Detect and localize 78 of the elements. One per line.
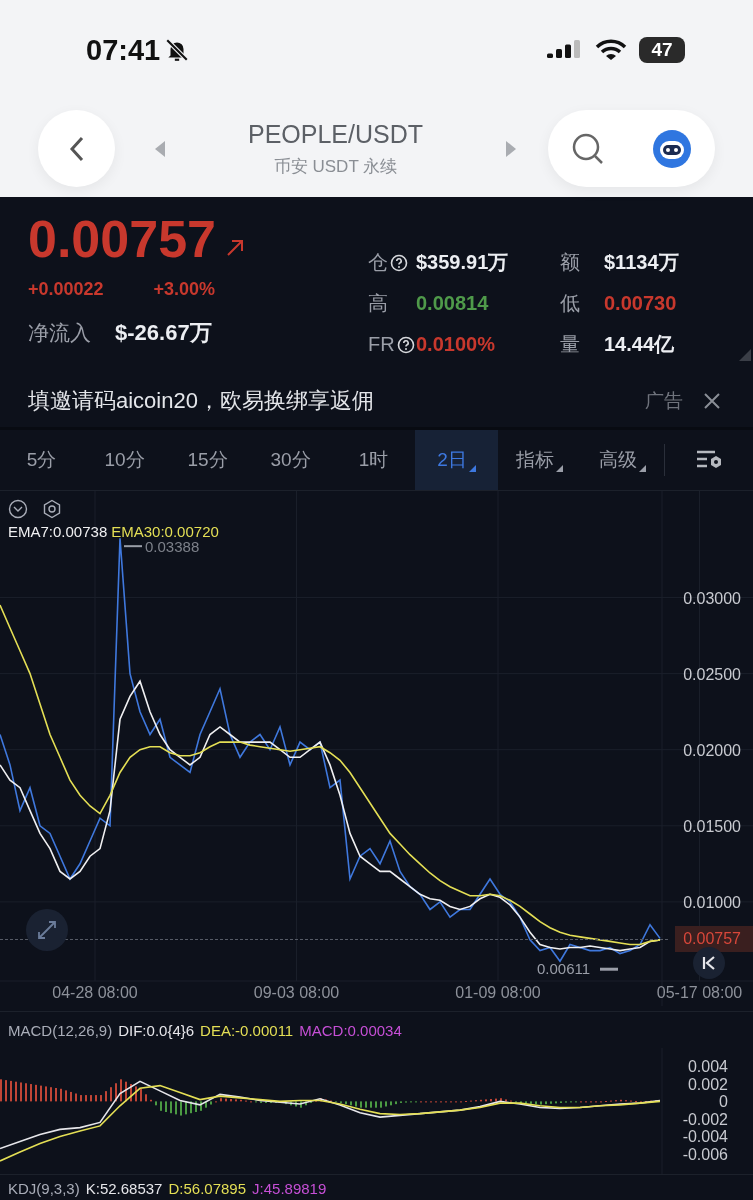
min-marker <box>600 967 618 971</box>
muted-bell-icon <box>164 37 191 63</box>
indicator-legend: DIF:0.0{4}6 <box>118 1021 195 1039</box>
axis-label: 01-09 08:00 <box>455 984 541 1001</box>
indicator-legend: J:45.89819 <box>252 1180 327 1197</box>
axis-label: 09-03 08:00 <box>253 984 340 1001</box>
expand-button[interactable] <box>26 909 68 951</box>
expand-icon <box>36 919 58 941</box>
up-right-arrow-icon <box>225 239 244 257</box>
scroll-to-latest-button[interactable] <box>693 947 725 979</box>
ad-tag: 广告 <box>645 388 683 414</box>
axis-label: 0.03000 <box>683 589 741 607</box>
last-price: 0.00757 <box>28 209 216 269</box>
stat-label: 量 <box>560 332 580 357</box>
axis-label: 0.01000 <box>683 893 741 911</box>
close-icon[interactable] <box>703 392 721 410</box>
interval-tab[interactable]: 30分 <box>249 430 332 490</box>
interval-tab[interactable]: 5分 <box>0 430 83 490</box>
stat-value: 0.00814 <box>416 292 489 315</box>
robot-avatar-icon[interactable] <box>651 128 692 169</box>
axis-label: -0.004 <box>682 1128 728 1146</box>
net-inflow-label: 净流入 <box>28 320 91 346</box>
max-marker <box>123 545 143 548</box>
help-icon[interactable] <box>396 335 415 354</box>
clock-time: 07:41 <box>86 33 161 67</box>
pair-title: PEOPLE/USDT <box>247 119 424 149</box>
caret-icon <box>556 465 563 472</box>
stat-label: 低 <box>560 291 580 316</box>
market-subtitle: 币安 USDT 永续 <box>273 155 398 178</box>
collapse-icon[interactable] <box>8 499 28 519</box>
interval-tab[interactable]: 10分 <box>83 430 166 490</box>
stat-value: 0.0100% <box>416 333 495 356</box>
indicator-legend: EMA30:0.00720 <box>111 523 219 540</box>
corner-triangle-icon <box>739 349 751 361</box>
price-change: +0.00022 <box>28 279 104 300</box>
interval-tab[interactable]: 高级 <box>581 430 664 490</box>
interval-tab[interactable]: 指标 <box>498 430 581 490</box>
stat-value: 0.00730 <box>604 292 677 315</box>
indicator-title: MACD(12,26,9) <box>8 1021 113 1039</box>
indicator-legend: EMA7:0.00738 <box>8 523 108 540</box>
axis-label: -0.006 <box>682 1145 728 1163</box>
axis-label: 0.01500 <box>683 817 741 835</box>
axis-label: 05-17 08:00 <box>656 984 743 1001</box>
percent-change: +3.00% <box>153 279 216 300</box>
stat-label: 高 <box>368 291 388 316</box>
axis-label: 0.004 <box>687 1058 728 1076</box>
current-price-tag: 0.00757 <box>675 925 753 952</box>
axis-label: 0.02000 <box>683 741 741 759</box>
net-inflow-value: $-26.67万 <box>115 319 212 347</box>
axis-label: 0.002 <box>687 1075 728 1093</box>
axis-label: 0 <box>719 1093 728 1111</box>
stat-label: 额 <box>560 250 580 275</box>
interval-tab[interactable]: 1时 <box>332 430 415 490</box>
stat-value: $359.91万 <box>416 250 509 275</box>
indicator-legend: KDJ(9,3,3) <box>8 1180 80 1197</box>
stat-label: 仓 <box>368 250 388 275</box>
indicator-legend: MACD:0.00034 <box>299 1021 402 1039</box>
max-price-label: 0.03388 <box>145 538 200 556</box>
settings-icon[interactable] <box>42 499 62 519</box>
battery-level: 47 <box>639 37 685 63</box>
indicator-legend: K:52.68537 <box>85 1180 163 1197</box>
interval-tab[interactable]: 2日 <box>415 430 498 490</box>
min-price-label: 0.00611 <box>537 960 591 978</box>
skip-to-start-icon <box>702 956 716 970</box>
caret-icon <box>468 465 476 472</box>
indicator-legend: D:56.07895 <box>168 1180 247 1197</box>
stat-label: FR <box>368 333 395 356</box>
stat-value: $1134万 <box>604 250 679 275</box>
ad-text[interactable]: 填邀请码aicoin20，欧易换绑享返佣 <box>28 386 625 416</box>
caret-icon <box>639 465 646 472</box>
axis-label: 04-28 08:00 <box>52 984 138 1001</box>
axis-label: 0.02500 <box>683 665 741 683</box>
interval-tab[interactable]: 15分 <box>166 430 249 490</box>
axis-label: -0.002 <box>682 1110 728 1128</box>
wifi-icon <box>595 38 627 62</box>
indicator-legend: DEA:-0.00011 <box>200 1021 294 1039</box>
stat-value: 14.44亿 <box>604 332 675 357</box>
help-icon[interactable] <box>390 253 408 272</box>
